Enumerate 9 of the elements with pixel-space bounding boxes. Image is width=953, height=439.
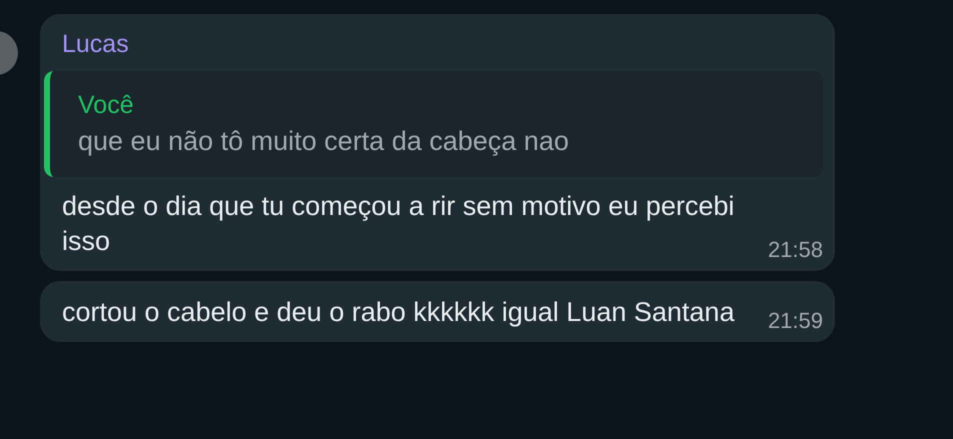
quote-text: que eu não tô muito certa da cabeça nao — [78, 126, 570, 157]
quote-author: Você — [78, 91, 135, 120]
avatar — [0, 30, 20, 76]
message-text: cortou o cabelo e deu o rabo kkkkkk igual Luan Santana — [62, 296, 734, 330]
quoted-message[interactable]: Você que eu não tô muito certa da cabeça nao — [44, 71, 823, 177]
sender-name: Lucas — [62, 30, 130, 59]
message-time: 21:58 — [768, 237, 823, 264]
message-time: 21:59 — [768, 308, 823, 334]
message-text: desde o dia que tu começou a rir sem motivo eu percebi isso — [62, 190, 736, 258]
